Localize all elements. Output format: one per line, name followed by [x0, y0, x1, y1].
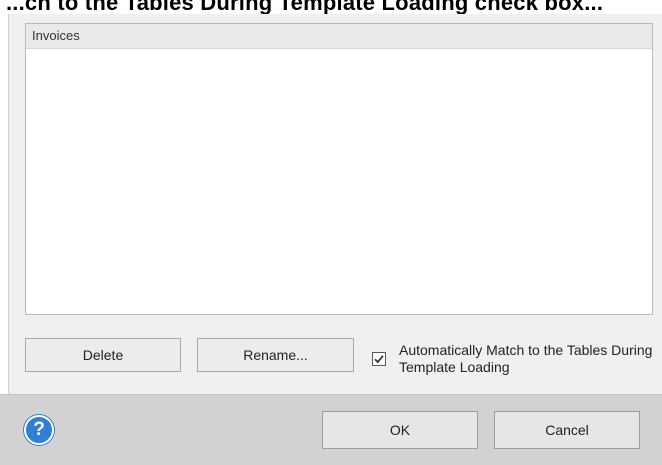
auto-match-checkbox[interactable]: [372, 352, 386, 366]
tables-listbox[interactable]: Invoices: [25, 23, 653, 315]
rename-button[interactable]: Rename...: [197, 338, 354, 372]
background-document-strip: ...ch to the Tables During Template Load…: [0, 0, 662, 14]
delete-button[interactable]: Delete: [25, 338, 181, 372]
cancel-button[interactable]: Cancel: [494, 411, 640, 449]
auto-match-label[interactable]: Automatically Match to the Tables During…: [399, 342, 661, 376]
background-document-edge: [0, 14, 9, 394]
list-column-header[interactable]: Invoices: [26, 24, 652, 49]
dialog-content: Invoices Delete Rename... Automatically …: [9, 14, 662, 394]
help-icon[interactable]: ?: [24, 415, 54, 445]
background-heading-cut: ...ch to the Tables During Template Load…: [6, 0, 604, 14]
auto-match-option[interactable]: Automatically Match to the Tables During…: [369, 340, 659, 380]
ok-button[interactable]: OK: [322, 411, 478, 449]
dialog-footer: ? OK Cancel: [0, 394, 662, 465]
checkmark-icon: [374, 355, 384, 364]
